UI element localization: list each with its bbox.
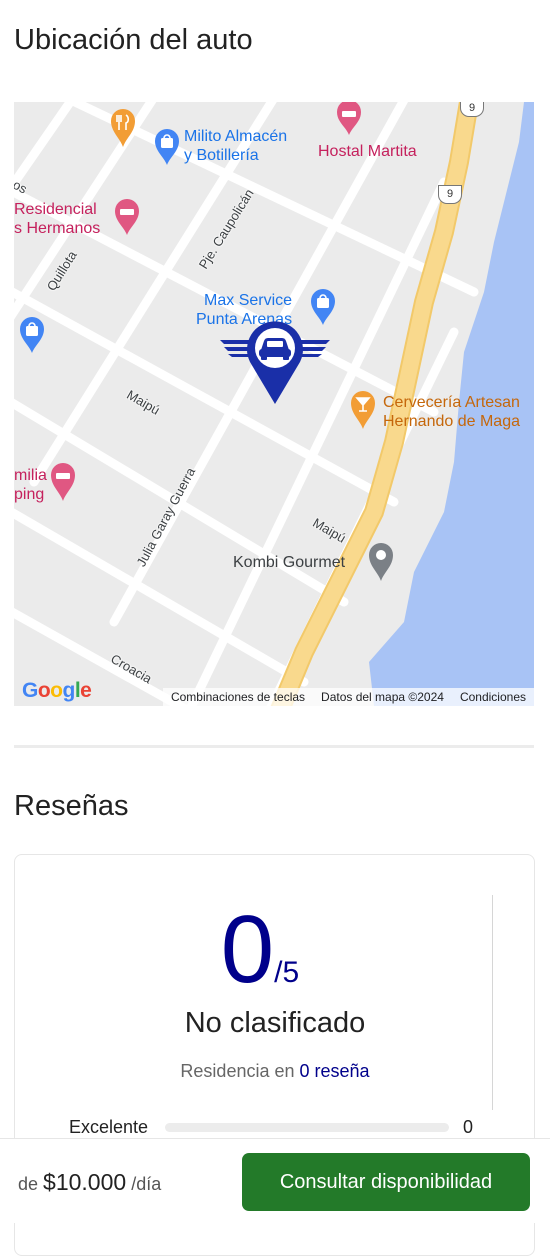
rating-bar-count: 0: [463, 1117, 474, 1137]
poi-label[interactable]: Cervecería Artesan Hernando de Maga: [383, 393, 520, 431]
hotel-icon[interactable]: [50, 462, 76, 502]
rating-bar-label: Excelente: [69, 1117, 149, 1137]
price-amount: $10.000: [43, 1169, 127, 1195]
map-attribution: Combinaciones de teclas Datos del mapa ©…: [162, 688, 534, 706]
rating-label: No clasificado: [184, 1007, 366, 1039]
section-divider: [14, 745, 534, 748]
price: de $10.000 /día: [18, 1169, 161, 1196]
poi-label[interactable]: Kombi Gourmet: [233, 553, 345, 572]
rating-bar-row: Excelente 0: [69, 1117, 489, 1139]
car-location-pin-icon[interactable]: [220, 320, 330, 406]
shopping-bag-icon[interactable]: [19, 316, 45, 354]
review-count-line: Residencia en 0 reseña: [15, 1061, 535, 1082]
review-count[interactable]: 0 reseña: [300, 1061, 370, 1081]
shopping-bag-icon[interactable]: [154, 128, 180, 166]
route-shield-icon: 9: [460, 102, 484, 117]
rating-score: 0/5: [15, 900, 505, 1000]
terms-link[interactable]: Condiciones: [452, 690, 534, 704]
booking-bar: de $10.000 /día Consultar disponibilidad: [0, 1138, 550, 1223]
route-shield-icon: 9: [438, 185, 462, 204]
rating-bar-track: [165, 1123, 449, 1132]
poi-label[interactable]: Milito Almacén y Botillería: [184, 127, 287, 165]
place-pin-icon[interactable]: [368, 542, 394, 582]
check-availability-button[interactable]: Consultar disponibilidad: [242, 1153, 530, 1211]
score-value: 0: [220, 896, 275, 1003]
bar-icon[interactable]: [350, 390, 376, 430]
hotel-icon[interactable]: [336, 102, 362, 136]
keyboard-shortcuts-link[interactable]: Combinaciones de teclas: [163, 690, 313, 704]
price-unit: /día: [131, 1174, 162, 1194]
restaurant-icon[interactable]: [110, 108, 136, 148]
map-data-label[interactable]: Datos del mapa ©2024: [313, 690, 452, 704]
map[interactable]: 9 9 Milito Almacén y Botillería Hostal M…: [14, 102, 534, 706]
map-footer: Google Combinaciones de teclas Datos del…: [14, 679, 534, 706]
location-section-title: Ubicación del auto: [14, 24, 253, 56]
reviews-section-title: Reseñas: [14, 790, 129, 822]
poi-label[interactable]: Residencial s Hermanos: [14, 200, 100, 238]
poi-label[interactable]: milia ping: [14, 466, 47, 504]
score-max: /5: [274, 956, 300, 989]
price-prefix: de: [18, 1174, 39, 1194]
hotel-icon[interactable]: [114, 198, 140, 236]
review-count-prefix: Residencia en: [180, 1061, 295, 1081]
google-logo[interactable]: Google: [22, 679, 92, 703]
poi-label[interactable]: Hostal Martita: [318, 142, 417, 161]
